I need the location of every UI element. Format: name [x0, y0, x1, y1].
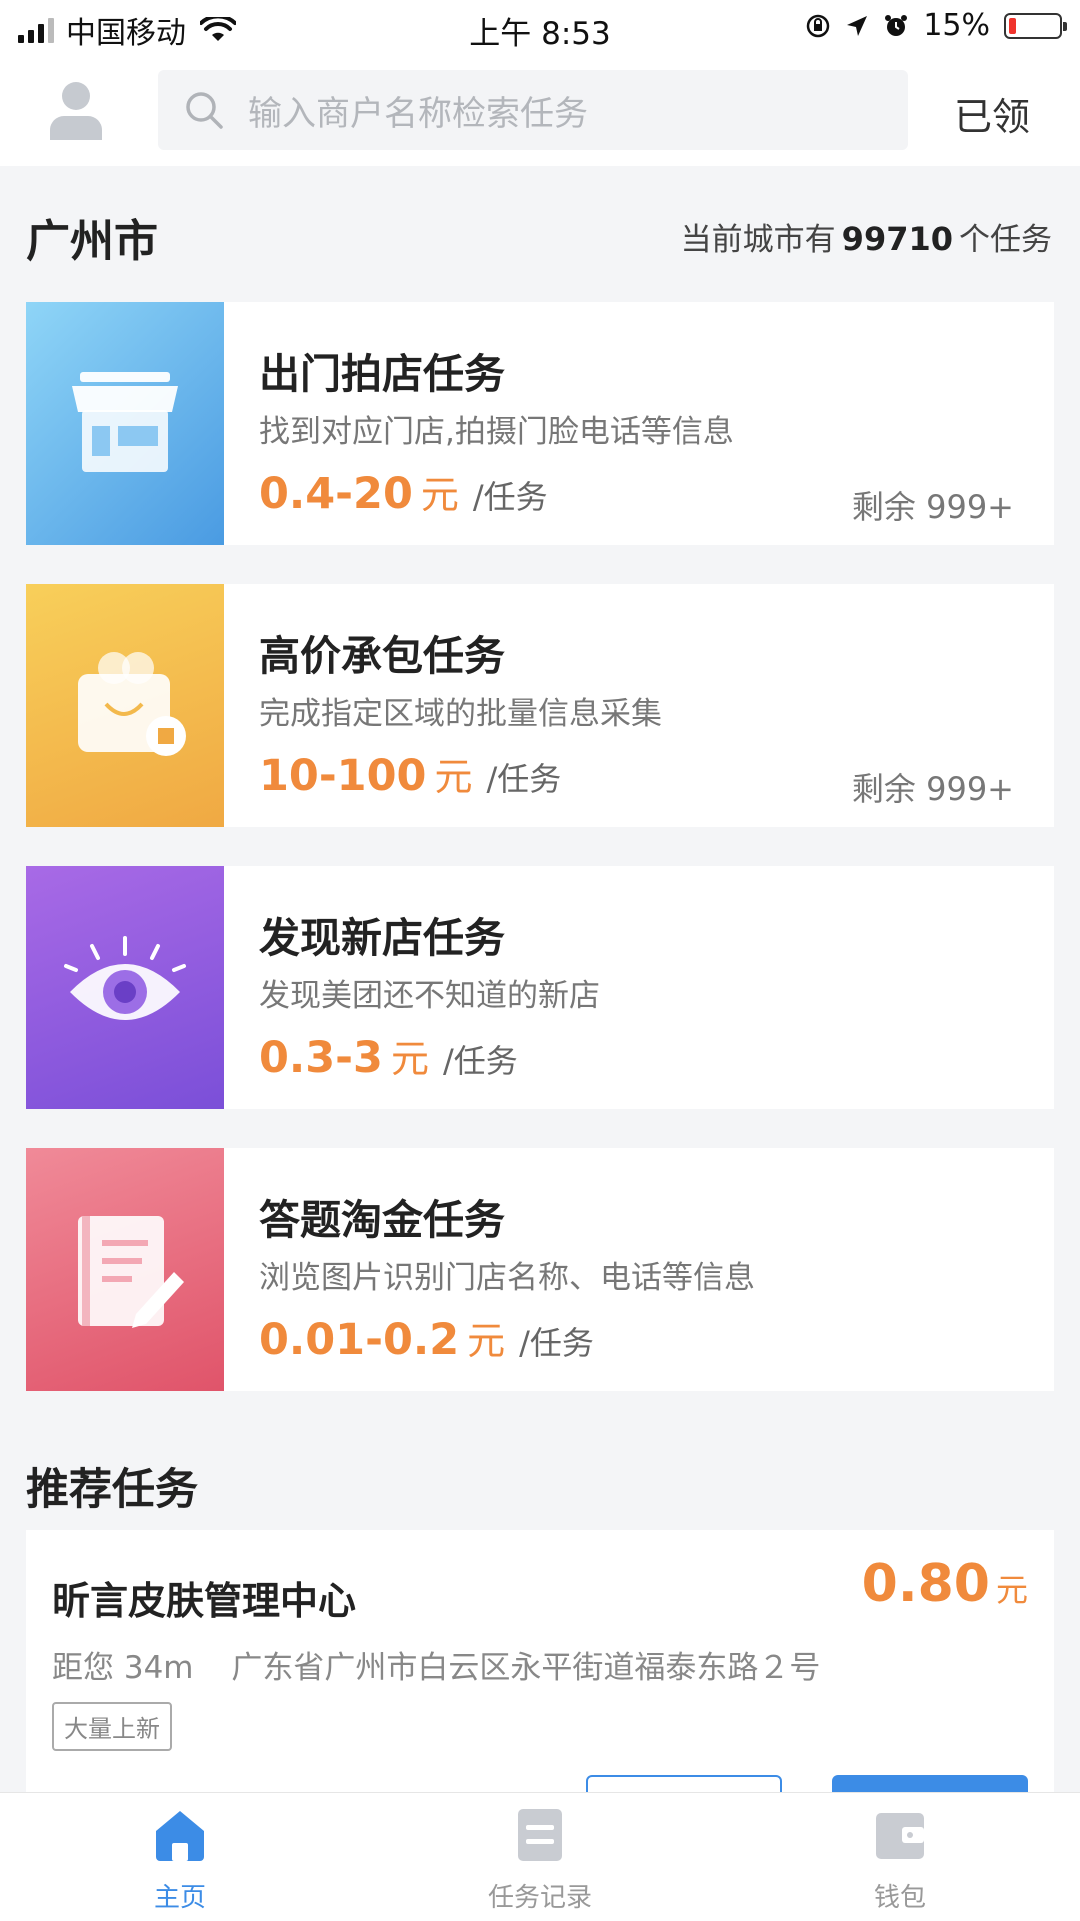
price-per: /任务: [486, 760, 562, 798]
task-price: 10-100 元 /任务: [259, 746, 561, 801]
task-desc: 发现美团还不知道的新店: [259, 978, 600, 1014]
task-title: 发现新店任务: [259, 914, 505, 962]
count-suffix: 个任务: [959, 222, 1052, 258]
price-amount: 0.01-0.2: [259, 1315, 460, 1365]
task-price: 0.01-0.2 元 /任务: [259, 1310, 594, 1365]
price-amount: 0.4-20: [259, 469, 413, 519]
price-amount: 0.3-3: [259, 1033, 383, 1083]
recommend-price-unit: 元: [995, 1571, 1028, 1609]
recommend-distance: 距您 34m: [52, 1650, 194, 1686]
task-count: 当前城市有 99710 个任务: [681, 214, 1052, 259]
eye-icon: [64, 936, 186, 1020]
tab-home-label: 主页: [153, 1883, 206, 1913]
wallet-icon: [876, 1813, 924, 1859]
tab-records-label: 任务记录: [487, 1883, 592, 1913]
task-remain: 剩余 999+: [851, 488, 1014, 526]
recommend-card[interactable]: 昕言皮肤管理中心 0.80 元 距您 34m 广东省广州市白云区永平街道福泰东路…: [26, 1530, 1054, 1835]
recommend-price-value: 0.80: [861, 1554, 990, 1614]
recommend-price: 0.80 元: [862, 1554, 1028, 1614]
recommend-section-title: 推荐任务: [26, 1465, 198, 1515]
task-price: 0.4-20 元 /任务: [259, 464, 548, 519]
task-title: 出门拍店任务: [259, 350, 505, 398]
price-unit: 元: [420, 473, 459, 517]
top-header: 输入商户名称检索任务 已领: [0, 56, 1080, 166]
home-icon: [156, 1811, 204, 1861]
search-placeholder: 输入商户名称检索任务: [248, 93, 588, 134]
shopping-bag-icon: [78, 652, 186, 756]
count-prefix: 当前城市有: [680, 222, 836, 258]
count-value: 99710: [841, 220, 953, 258]
claimed-button[interactable]: 已领: [954, 86, 1030, 141]
status-right: 15%: [805, 8, 1067, 43]
task-card-contract[interactable]: 高价承包任务 完成指定区域的批量信息采集 10-100 元 /任务 剩余 999…: [26, 584, 1054, 827]
task-desc: 找到对应门店,拍摄门脸电话等信息: [259, 414, 734, 450]
task-thumb: [26, 866, 224, 1109]
bottom-tab-bar: 主页 任务记录 钱包: [0, 1792, 1080, 1921]
alarm-icon: [885, 14, 908, 36]
task-desc: 浏览图片识别门店名称、电话等信息: [259, 1260, 755, 1296]
task-thumb: [26, 584, 224, 827]
price-unit: 元: [390, 1037, 429, 1081]
task-thumb: [26, 302, 224, 545]
task-remain: 剩余 999+: [851, 770, 1014, 808]
location-icon: [847, 15, 868, 36]
price-amount: 10-100: [259, 751, 427, 801]
records-icon: [518, 1809, 562, 1861]
price-per: /任务: [472, 478, 548, 516]
task-title: 高价承包任务: [259, 632, 505, 680]
price-per: /任务: [519, 1324, 594, 1362]
task-price: 0.3-3 元 /任务: [259, 1028, 518, 1083]
tab-records[interactable]: 任务记录: [440, 1807, 640, 1914]
recommend-store-name: 昕言皮肤管理中心: [52, 1579, 357, 1623]
price-per: /任务: [442, 1042, 518, 1080]
task-title: 答题淘金任务: [259, 1196, 505, 1244]
store-icon: [72, 372, 178, 472]
price-unit: 元: [434, 755, 473, 799]
task-desc: 完成指定区域的批量信息采集: [259, 696, 662, 732]
battery-percent: 15%: [923, 8, 990, 43]
search-input[interactable]: 输入商户名称检索任务: [158, 70, 908, 150]
task-card-quiz[interactable]: 答题淘金任务 浏览图片识别门店名称、电话等信息 0.01-0.2 元 /任务: [26, 1148, 1054, 1391]
task-card-discover-store[interactable]: 发现新店任务 发现美团还不知道的新店 0.3-3 元 /任务: [26, 866, 1054, 1109]
task-card-store-photo[interactable]: 出门拍店任务 找到对应门店,拍摄门脸电话等信息 0.4-20 元 /任务 剩余 …: [26, 302, 1054, 545]
city-name: 广州市: [26, 216, 158, 267]
battery-icon: [1004, 12, 1067, 39]
recommend-address: 广东省广州市白云区永平街道福泰东路２号: [231, 1650, 821, 1686]
recommend-tag: 大量上新: [52, 1702, 172, 1751]
status-bar: 中国移动 上午 8:53 15%: [0, 0, 1080, 56]
tab-wallet[interactable]: 钱包: [800, 1807, 1000, 1914]
avatar-icon[interactable]: [48, 78, 104, 140]
tab-wallet-label: 钱包: [873, 1883, 926, 1913]
search-icon: [186, 92, 223, 129]
price-unit: 元: [467, 1319, 506, 1363]
orientation-lock-icon: [807, 14, 830, 37]
task-thumb: [26, 1148, 224, 1391]
tab-home[interactable]: 主页: [80, 1807, 280, 1914]
document-edit-icon: [78, 1216, 184, 1328]
recommend-address-row: 距您 34m 广东省广州市白云区永平街道福泰东路２号: [52, 1642, 820, 1687]
